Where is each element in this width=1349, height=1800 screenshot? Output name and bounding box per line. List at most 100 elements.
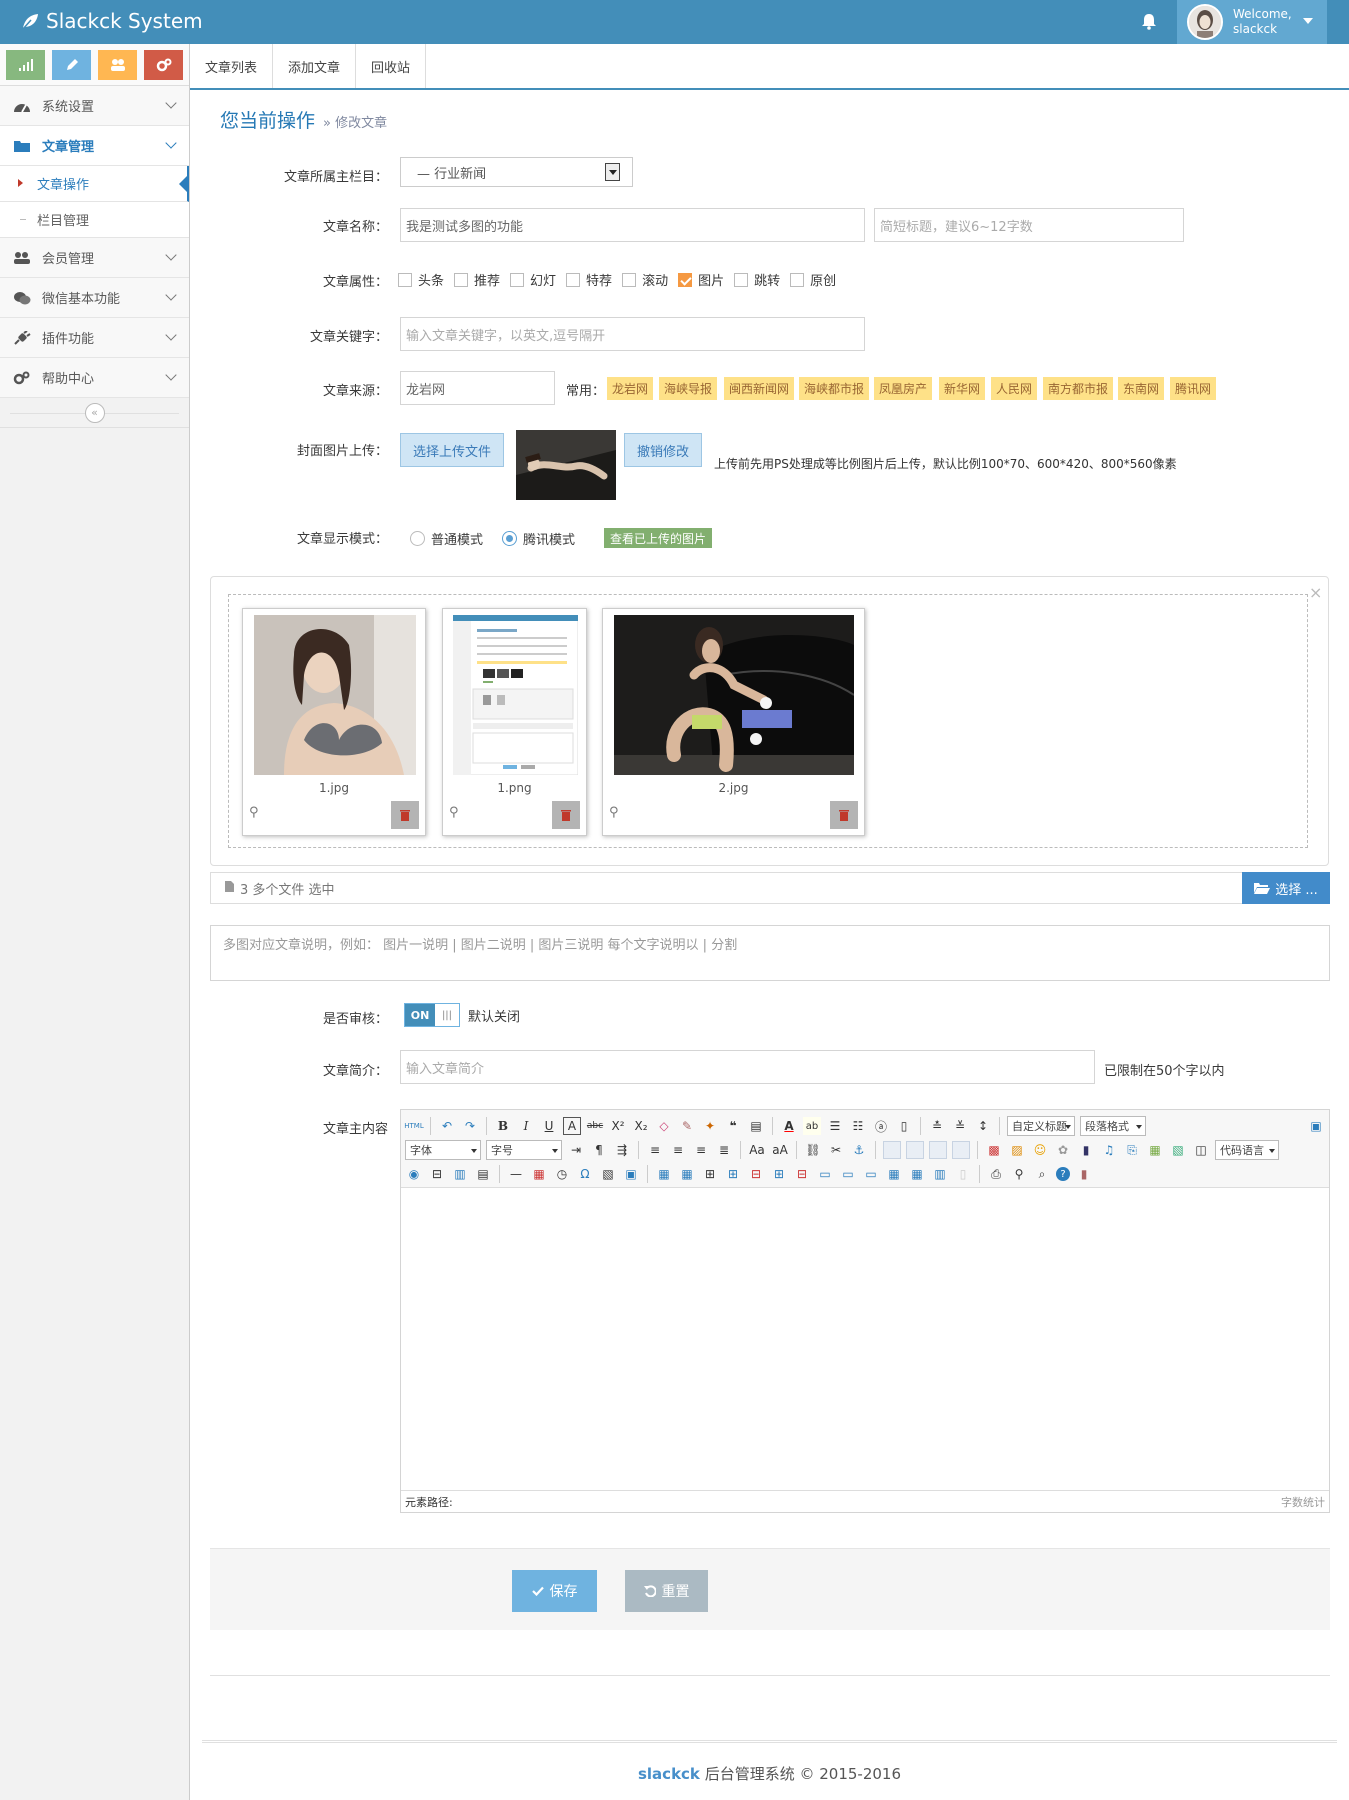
attr-checkbox[interactable]: 滚动 <box>622 270 668 289</box>
sidebar-item-members[interactable]: 会员管理 <box>0 238 189 278</box>
attr-checkbox[interactable]: 图片 <box>678 270 724 289</box>
template-icon[interactable]: ▥ <box>451 1165 469 1183</box>
direction-rtl-icon[interactable]: ¶ <box>590 1141 608 1159</box>
subscript-icon[interactable]: X₂ <box>632 1117 650 1135</box>
attr-checkbox[interactable]: 幻灯 <box>510 270 556 289</box>
revert-button[interactable]: 撤销修改 <box>624 433 702 467</box>
scrawl-icon[interactable]: ✿ <box>1054 1141 1072 1159</box>
special-chars-icon[interactable]: Ω <box>576 1165 594 1183</box>
merge-down-icon[interactable]: ▭ <box>862 1165 880 1183</box>
multi-image-description-textarea[interactable]: 多图对应文章说明，例如： 图片一说明 | 图片二说明 | 图片三说明 每个文字说… <box>210 925 1330 981</box>
source-tag[interactable]: 龙岩网 <box>607 377 654 400</box>
image-right-icon[interactable] <box>929 1141 947 1159</box>
delete-button[interactable] <box>552 801 580 829</box>
shortcut-users-button[interactable] <box>98 50 137 80</box>
webapp-icon[interactable]: ◉ <box>405 1165 423 1183</box>
charts-icon[interactable]: ▯ <box>954 1165 972 1183</box>
zoom-icon[interactable]: ⚲ <box>249 805 259 820</box>
pagebreak-icon[interactable]: ⊟ <box>428 1165 446 1183</box>
row-spacing-bottom-icon[interactable]: ≚ <box>951 1117 969 1135</box>
delete-button[interactable] <box>830 801 858 829</box>
choose-files-button[interactable]: 选择 ... <box>1242 872 1330 904</box>
align-left-icon[interactable]: ≡ <box>646 1141 664 1159</box>
wordimage-icon[interactable]: ▧ <box>599 1165 617 1183</box>
save-button[interactable]: 保存 <box>512 1570 597 1612</box>
paragraph-format-select[interactable]: 段落格式 <box>1080 1116 1146 1136</box>
insert-frame-icon[interactable]: ◫ <box>1192 1141 1210 1159</box>
category-select[interactable]: — 行业新闻 <box>400 157 633 187</box>
delete-col-icon[interactable]: ⊟ <box>793 1165 811 1183</box>
insert-image-icon[interactable]: ▨ <box>1008 1141 1026 1159</box>
editor-body[interactable] <box>401 1188 1329 1490</box>
eraser-icon[interactable]: ◇ <box>655 1117 673 1135</box>
shortcut-stats-button[interactable] <box>6 50 45 80</box>
tolowercase-icon[interactable]: aA <box>771 1141 789 1159</box>
tab-add-article[interactable]: 添加文章 <box>273 44 357 88</box>
date-icon[interactable]: ▦ <box>530 1165 548 1183</box>
source-input[interactable]: 龙岩网 <box>400 371 555 405</box>
music-icon[interactable]: ♫ <box>1100 1141 1118 1159</box>
sidebar-subitem-article-ops[interactable]: 文章操作 <box>0 166 189 202</box>
format-brush-icon[interactable]: ✎ <box>678 1117 696 1135</box>
indent-icon[interactable]: ⇶ <box>613 1141 631 1159</box>
font-family-select[interactable]: 字体 <box>405 1140 481 1160</box>
custom-title-select[interactable]: 自定义标题 <box>1007 1116 1075 1136</box>
zoom-icon[interactable]: ⚲ <box>609 805 619 820</box>
strikethrough-icon[interactable]: abc <box>586 1117 604 1135</box>
source-tag[interactable]: 海峡导报 <box>659 377 718 400</box>
code-language-select[interactable]: 代码语言 <box>1215 1140 1279 1160</box>
attachment-icon[interactable]: ⎘ <box>1123 1141 1141 1159</box>
line-height-icon[interactable]: ↕ <box>974 1117 992 1135</box>
shortcut-settings-button[interactable] <box>144 50 183 80</box>
user-menu[interactable]: Welcome, slackck <box>1177 0 1327 44</box>
source-tag[interactable]: 南方都市报 <box>1043 377 1114 400</box>
search-replace-icon[interactable]: ▣ <box>622 1165 640 1183</box>
source-tag[interactable]: 东南网 <box>1118 377 1165 400</box>
insert-video-icon[interactable]: ▮ <box>1077 1141 1095 1159</box>
blockquote-icon[interactable]: ❝ <box>724 1117 742 1135</box>
superscript-icon[interactable]: X² <box>609 1117 627 1135</box>
redo-icon[interactable]: ↷ <box>461 1117 479 1135</box>
anchor-icon[interactable]: ⚓ <box>850 1141 868 1159</box>
insert-col-icon[interactable]: ⊞ <box>770 1165 788 1183</box>
preview-icon[interactable]: ⚲ <box>1010 1165 1028 1183</box>
clear-doc-icon[interactable]: ▯ <box>895 1117 913 1135</box>
shortcut-edit-button[interactable] <box>52 50 91 80</box>
gmap-icon[interactable]: ▧ <box>1169 1141 1187 1159</box>
display-tencent-radio[interactable]: 腾讯模式 <box>502 529 575 548</box>
sidebar-item-wechat[interactable]: 微信基本功能 <box>0 278 189 318</box>
image-center-icon[interactable] <box>952 1141 970 1159</box>
keywords-input[interactable]: 输入文章关键字，以英文,逗号隔开 <box>400 317 865 351</box>
align-center-icon[interactable]: ≡ <box>669 1141 687 1159</box>
undo-icon[interactable]: ↶ <box>438 1117 456 1135</box>
source-tag[interactable]: 新华网 <box>939 377 986 400</box>
review-toggle[interactable]: ON ||| <box>404 1003 460 1027</box>
file-input-caption[interactable]: 3 多个文件 选中 <box>210 872 1330 904</box>
brand[interactable]: Slackck System <box>20 9 203 33</box>
font-border-icon[interactable]: A <box>563 1117 581 1135</box>
paste-plain-icon[interactable]: ▤ <box>747 1117 765 1135</box>
summary-input[interactable]: 输入文章简介 <box>400 1050 1095 1084</box>
display-normal-radio[interactable]: 普通模式 <box>410 529 483 548</box>
time-icon[interactable]: ◷ <box>553 1165 571 1183</box>
source-tag[interactable]: 闽西新闻网 <box>724 377 795 400</box>
split-rows-icon[interactable]: ▦ <box>908 1165 926 1183</box>
touppercase-icon[interactable]: Aa <box>748 1141 766 1159</box>
background-icon[interactable]: ▤ <box>474 1165 492 1183</box>
print-icon[interactable]: ⎙ <box>987 1165 1005 1183</box>
split-cells-icon[interactable]: ▦ <box>885 1165 903 1183</box>
sidebar-subitem-columns[interactable]: 栏目管理 <box>0 202 189 238</box>
delete-row-icon[interactable]: ⊟ <box>747 1165 765 1183</box>
delete-table-icon[interactable]: ▦ <box>678 1165 696 1183</box>
attr-checkbox[interactable]: 跳转 <box>734 270 780 289</box>
underline-icon[interactable]: U <box>540 1117 558 1135</box>
short-title-input[interactable]: 简短标题，建议6~12字数 <box>874 208 1184 242</box>
bold-icon[interactable]: B <box>494 1117 512 1135</box>
insert-row-icon[interactable]: ⊞ <box>724 1165 742 1183</box>
sidebar-item-help[interactable]: 帮助中心 <box>0 358 189 398</box>
sidebar-item-articles[interactable]: 文章管理 <box>0 126 189 166</box>
horizontal-rule-icon[interactable]: — <box>507 1165 525 1183</box>
simple-upload-icon[interactable]: ▩ <box>985 1141 1003 1159</box>
align-right-icon[interactable]: ≡ <box>692 1141 710 1159</box>
ordered-list-icon[interactable]: ☰ <box>826 1117 844 1135</box>
